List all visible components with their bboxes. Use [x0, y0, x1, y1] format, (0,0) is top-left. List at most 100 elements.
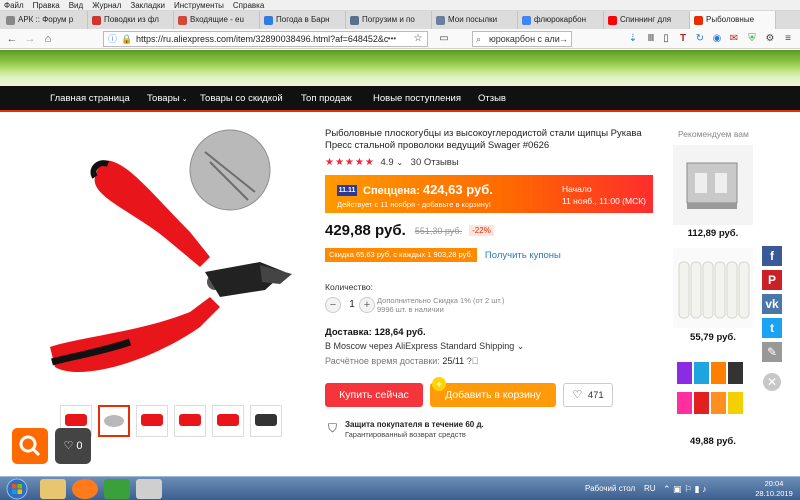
- extension-globe-icon[interactable]: ◉: [711, 32, 723, 46]
- tab-1[interactable]: Поводки из фл: [88, 11, 174, 29]
- back-button[interactable]: ←: [4, 31, 20, 47]
- favicon-icon: [6, 15, 15, 25]
- edit-share-icon[interactable]: ✎: [762, 342, 782, 362]
- tab-2[interactable]: Входящие - eu: [174, 11, 260, 29]
- menu-bookmarks[interactable]: Закладки: [130, 1, 165, 10]
- recommended-item-image[interactable]: [673, 352, 753, 432]
- sidebar-icon[interactable]: ▯: [660, 32, 672, 46]
- tab-6[interactable]: флюрокарбон: [518, 11, 604, 29]
- add-to-cart-button[interactable]: Добавить в корзину: [430, 383, 556, 407]
- menu-bar: Файл Правка Вид Журнал Закладки Инструменты Сп…: [0, 0, 800, 11]
- favicon-icon: [92, 15, 101, 25]
- promo-subtitle: Действует с 11 ноября - добавьте в корзи…: [337, 200, 491, 209]
- menu-edit[interactable]: Правка: [33, 1, 60, 10]
- tab-0[interactable]: АРК :: Форум р: [2, 11, 88, 29]
- stock-note: 9996 шт. в наличии: [377, 305, 444, 314]
- floating-search-button[interactable]: [12, 428, 48, 464]
- page-actions-icon[interactable]: •••: [384, 32, 400, 46]
- extension-shield-icon[interactable]: ⛨: [746, 32, 758, 46]
- facebook-share-icon[interactable]: f: [762, 246, 782, 266]
- forward-button[interactable]: →: [22, 31, 38, 47]
- favicon-icon: [178, 15, 187, 25]
- windows-logo-icon: [6, 478, 28, 500]
- home-button[interactable]: ⌂: [40, 31, 56, 47]
- favicon-icon: [522, 15, 531, 25]
- floating-wishlist-count: 0: [76, 440, 83, 452]
- search-go-icon[interactable]: →: [559, 32, 568, 46]
- favicon-icon: [694, 15, 703, 25]
- tab-4[interactable]: Погрузим и по: [346, 11, 432, 29]
- menu-tools[interactable]: Инструменты: [174, 1, 224, 10]
- menu-view[interactable]: Вид: [69, 1, 83, 10]
- tab-label: флюрокарбон: [534, 15, 586, 24]
- settings-icon[interactable]: ⚙: [764, 32, 776, 46]
- chevron-down-icon: ⌄: [181, 96, 188, 103]
- buy-now-button[interactable]: Купить сейчас: [325, 383, 423, 407]
- hamburger-menu-icon[interactable]: ≡: [782, 32, 794, 46]
- recommended-item-price: 49,88 руб.: [690, 436, 736, 447]
- quantity-increase-button[interactable]: +: [359, 297, 375, 313]
- explorer-taskbar-icon[interactable]: [40, 479, 66, 499]
- product-rating: ★★★★★ 4.9 ⌄ 30 Отзывы: [325, 157, 459, 169]
- thumbnail[interactable]: [212, 405, 244, 437]
- thumbnail[interactable]: [174, 405, 206, 437]
- wishlist-button[interactable]: ♡ 471: [563, 383, 613, 407]
- menu-help[interactable]: Справка: [233, 1, 264, 10]
- tab-8[interactable]: Рыболовные: [690, 11, 776, 29]
- close-icon[interactable]: ✕: [763, 373, 781, 391]
- tab-label: Спиннинг для: [620, 15, 672, 24]
- quantity-decrease-button[interactable]: −: [325, 297, 341, 313]
- thumbnail[interactable]: [250, 405, 282, 437]
- tab-label: Погода в Барн: [276, 15, 330, 24]
- stove-image: [686, 162, 738, 209]
- torrent-taskbar-icon[interactable]: [104, 479, 130, 499]
- nav-reviews[interactable]: Отзыв: [478, 86, 506, 112]
- start-button[interactable]: [2, 477, 32, 500]
- language-indicator[interactable]: RU: [644, 477, 656, 500]
- pinterest-share-icon[interactable]: P: [762, 270, 782, 290]
- tab-3[interactable]: Погода в Барн: [260, 11, 346, 29]
- extension-sync-icon[interactable]: ↻: [694, 32, 706, 46]
- floating-wishlist-button[interactable]: ♡ 0: [55, 428, 91, 464]
- product-main-image[interactable]: [40, 122, 310, 392]
- desktop-label[interactable]: Рабочий стол: [585, 477, 635, 500]
- bookmark-star-icon[interactable]: ☆: [412, 32, 424, 46]
- nav-discounts[interactable]: Товары со скидкой: [200, 86, 283, 112]
- recommended-item-image[interactable]: [673, 145, 753, 225]
- nav-top-sales[interactable]: Топ продаж: [301, 86, 352, 112]
- twitter-share-icon[interactable]: t: [762, 318, 782, 338]
- get-coupons-link[interactable]: Получить купоны: [485, 250, 561, 261]
- quantity-label: Количество:: [325, 282, 374, 292]
- tray-icons[interactable]: ⌃ ▣ ⚐ ▮ ♪: [663, 477, 707, 500]
- menu-file[interactable]: Файл: [4, 1, 24, 10]
- nav-products[interactable]: Товары ⌄: [147, 86, 188, 113]
- quantity-value[interactable]: 1: [345, 297, 359, 313]
- nav-new-arrivals[interactable]: Новые поступления: [373, 86, 461, 112]
- firefox-taskbar-icon[interactable]: [72, 479, 98, 499]
- system-clock[interactable]: 20:04 28.10.2019: [752, 479, 796, 499]
- menu-history[interactable]: Журнал: [92, 1, 121, 10]
- floats-image: [673, 248, 753, 328]
- thumbnail-selected[interactable]: [98, 405, 130, 437]
- recommended-item-image[interactable]: [673, 248, 753, 328]
- reviews-link[interactable]: 30 Отзывы: [411, 157, 459, 168]
- chevron-down-icon[interactable]: ⌄: [396, 158, 403, 167]
- reader-icon[interactable]: ▭: [438, 32, 450, 46]
- nav-home[interactable]: Главная страница: [50, 86, 130, 112]
- product-title: Рыболовные плоскогубцы из высокоуглероди…: [325, 128, 642, 151]
- extension-t-icon[interactable]: T: [677, 32, 689, 46]
- help-icon[interactable]: ?⃝: [467, 356, 479, 366]
- paint-taskbar-icon[interactable]: [136, 479, 162, 499]
- shipping-method[interactable]: В Moscow через AliExpress Standard Shipp…: [325, 341, 524, 352]
- search-input[interactable]: ⌕ юрокарбон с али →: [472, 31, 572, 47]
- download-icon[interactable]: ⇣: [627, 32, 639, 46]
- tab-label: Поводки из фл: [104, 15, 159, 24]
- extension-mail-icon[interactable]: ✉: [728, 32, 740, 46]
- vk-share-icon[interactable]: vk: [762, 294, 782, 314]
- thumbnail[interactable]: [136, 405, 168, 437]
- tab-5[interactable]: Мои посылки: [432, 11, 518, 29]
- library-icon[interactable]: Ⅲ: [645, 32, 657, 46]
- url-bar[interactable]: ⓘ 🔒 https://ru.aliexpress.com/item/32890…: [103, 31, 428, 47]
- nav-products-label: Товары: [147, 93, 180, 104]
- tab-7[interactable]: Спиннинг для: [604, 11, 690, 29]
